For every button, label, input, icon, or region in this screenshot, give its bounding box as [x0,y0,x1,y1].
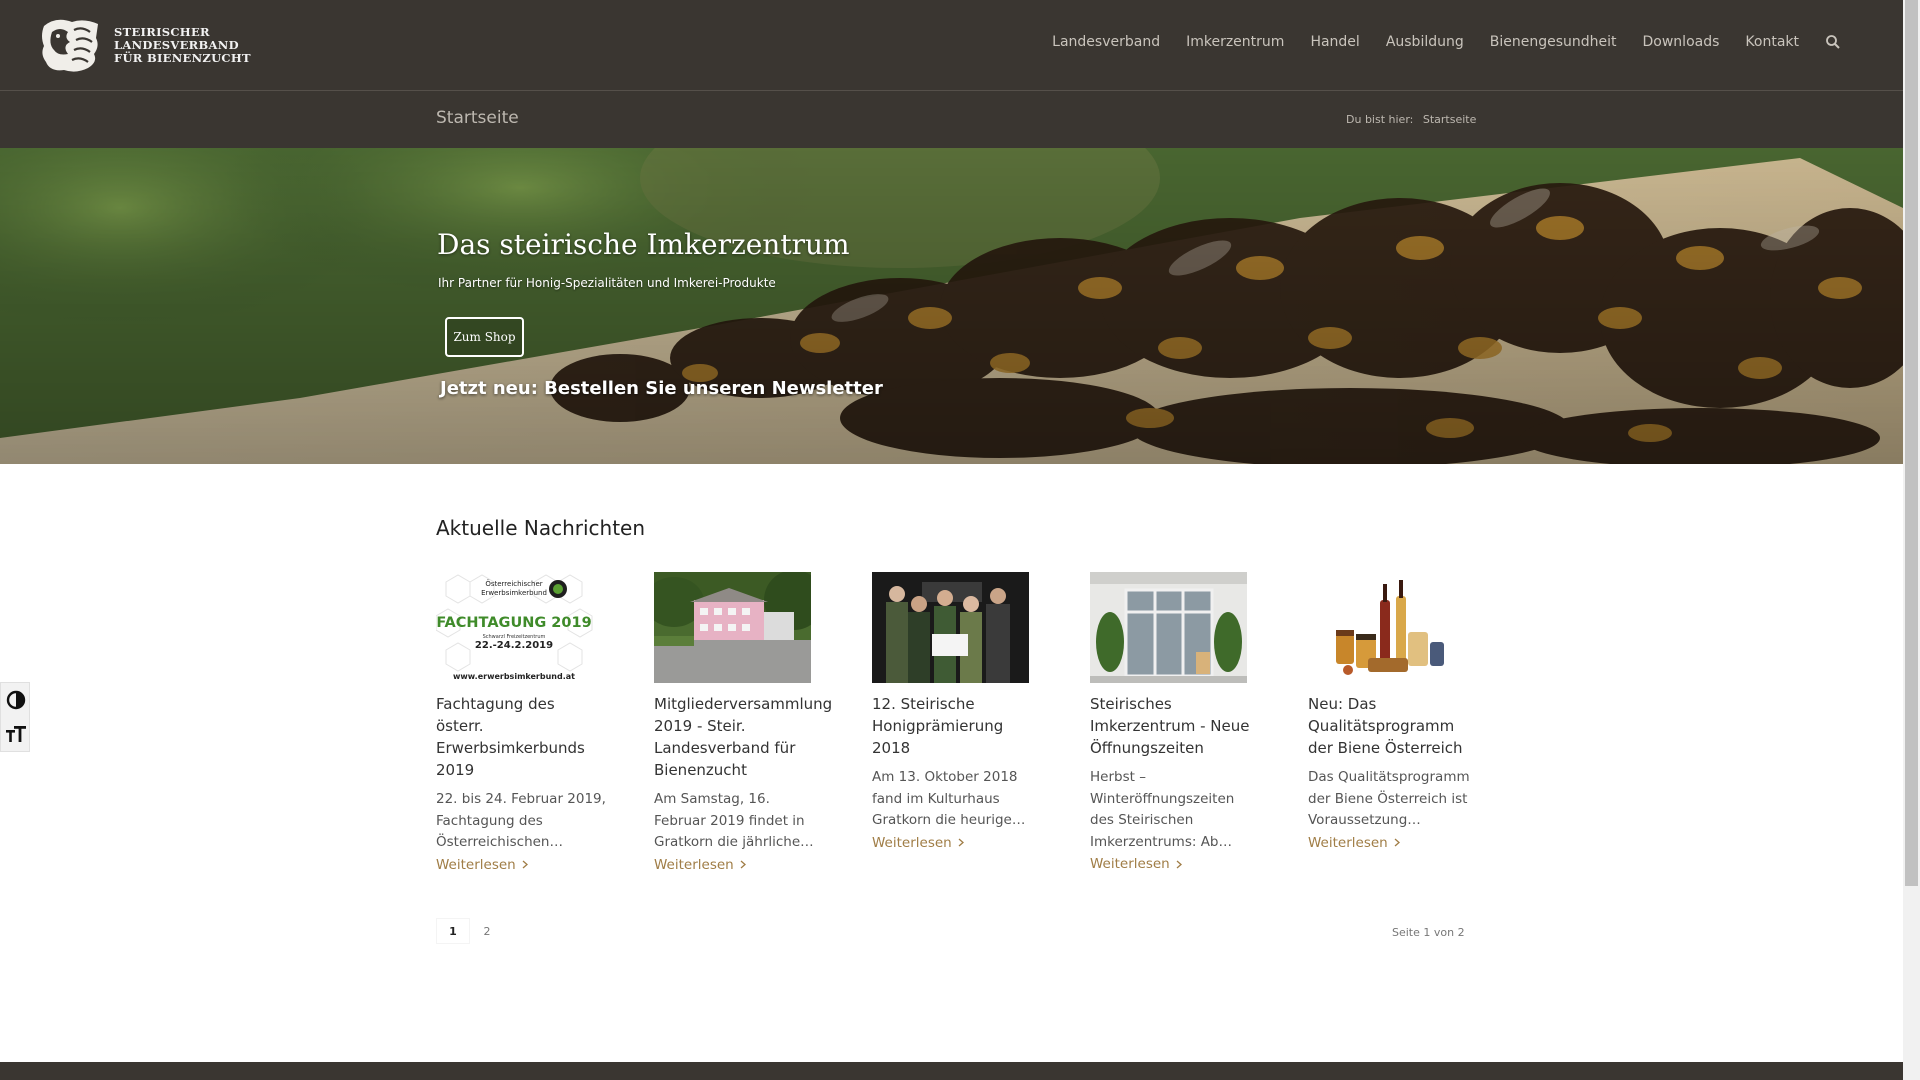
read-more-label: Weiterlesen [1090,856,1170,872]
news-item: Neu: Das Qualitätsprogramm der Biene Öst… [1308,572,1478,876]
bees-background-image [0,148,1903,464]
page-scrollbar[interactable] [1903,0,1920,1080]
shop-button[interactable]: Zum Shop [445,317,524,357]
page-title: Startseite [436,108,519,128]
brand-line-2: LANDESVERBAND [114,37,239,52]
hero-banner: Das steirische Imkerzentrum Ihr Partner … [0,148,1903,464]
page-count: Seite 1 von 2 [1392,926,1465,939]
brand-line-3: FÜR BIENENZUCHT [114,50,251,65]
news-thumbnail-products[interactable] [1308,572,1465,683]
breadcrumb-prefix: Du bist hier: [1346,113,1414,126]
news-list: Österreichischer Erwerbsimkerbund FACHTA… [436,572,1526,876]
title-bar: Startseite Du bist hier: Startseite [0,90,1903,148]
news-title[interactable]: Fachtagung des österr. Erwerbsimkerbunds… [436,693,606,781]
read-more-label: Weiterlesen [872,834,952,851]
read-more-link[interactable]: Weiterlesen [1308,832,1400,854]
brand-line-1: STEIRISCHER [114,24,210,39]
nav-item-downloads[interactable]: Downloads [1643,34,1720,50]
nav-item-kontakt[interactable]: Kontakt [1745,34,1799,50]
read-more-label: Weiterlesen [436,856,516,873]
news-thumbnail-fachtagung[interactable]: Österreichischer Erwerbsimkerbund FACHTA… [436,572,593,683]
nav-item-landesverband[interactable]: Landesverband [1052,34,1160,50]
page-2-button[interactable]: 2 [470,918,504,944]
hero-subtitle: Ihr Partner für Honig-Spezialitäten und … [438,276,776,290]
nav-item-ausbildung[interactable]: Ausbildung [1386,34,1464,50]
thumb-text-dates: 22.-24.2.2019 [475,640,553,651]
read-more-label: Weiterlesen [1308,834,1388,851]
breadcrumb-current[interactable]: Startseite [1423,113,1477,126]
site-header: STEIRISCHER LANDESVERBAND FÜR BIENENZUCH… [0,0,1903,90]
search-icon[interactable] [1825,34,1841,50]
chevron-right-icon [522,860,528,869]
news-excerpt: Das Qualitätsprogramm der Biene Österrei… [1308,769,1470,828]
news-heading: Aktuelle Nachrichten [436,516,646,540]
read-more-link[interactable]: Weiterlesen [872,832,964,854]
news-title[interactable]: Mitgliederversammlung 2019 - Steir. Land… [654,693,832,781]
pagination: 1 2 [436,918,504,944]
text-size-icon [6,726,26,742]
brand-wordmark: STEIRISCHER LANDESVERBAND FÜR BIENENZUCH… [114,24,251,65]
news-item: Steirisches Imkerzentrum - Neue Öffnungs… [1090,572,1260,876]
chevron-right-icon [1176,860,1182,868]
site-logo[interactable]: STEIRISCHER LANDESVERBAND FÜR BIENENZUCH… [38,16,251,74]
font-size-button[interactable] [1,717,31,751]
news-title[interactable]: 12. Steirische Honigprämierung 2018 [872,693,1042,759]
coat-of-arms-icon [42,19,98,72]
hero-title: Das steirische Imkerzentrum [437,228,850,261]
nav-item-bienengesundheit[interactable]: Bienengesundheit [1490,34,1617,50]
chevron-right-icon [1394,838,1400,847]
news-item: 12. Steirische Honigprämierung 2018 Am 1… [872,572,1042,876]
news-item: Mitgliederversammlung 2019 - Steir. Land… [654,572,832,876]
accessibility-toolbar [0,682,30,752]
contrast-icon [6,690,26,710]
breadcrumb: Du bist hier: Startseite [1346,113,1482,126]
read-more-link[interactable]: Weiterlesen [1090,853,1182,875]
news-excerpt: Herbst – Winteröffnungszeiten des Steiri… [1090,769,1235,850]
nav-item-imkerzentrum[interactable]: Imkerzentrum [1186,34,1284,50]
news-thumbnail-award[interactable] [872,572,1029,683]
news-item: Österreichischer Erwerbsimkerbund FACHTA… [436,572,606,876]
thumb-text-title: FACHTAGUNG 2019 [436,615,591,631]
news-excerpt: Am Samstag, 16. Februar 2019 findet in G… [654,791,814,850]
nav-item-handel[interactable]: Handel [1310,34,1359,50]
news-excerpt: Am 13. Oktober 2018 fand im Kulturhaus G… [872,769,1026,828]
news-title[interactable]: Steirisches Imkerzentrum - Neue Öffnungs… [1090,693,1260,759]
page-1-button[interactable]: 1 [436,918,470,944]
news-thumbnail-entrance[interactable] [1090,572,1247,683]
contrast-toggle-button[interactable] [1,683,31,717]
news-excerpt: 22. bis 24. Februar 2019, Fachtagung des… [436,791,606,850]
scrollbar-thumb[interactable] [1905,0,1918,886]
thumb-text-line1: Österreichischer [485,579,542,588]
news-title[interactable]: Neu: Das Qualitätsprogramm der Biene Öst… [1308,693,1478,759]
chevron-right-icon [958,838,964,847]
main-navigation: Landesverband Imkerzentrum Handel Ausbil… [1026,34,1841,50]
read-more-label: Weiterlesen [654,856,734,873]
news-thumbnail-building[interactable] [654,572,811,683]
newsletter-link[interactable]: Jetzt neu: Bestellen Sie unseren Newslet… [440,378,883,399]
chevron-right-icon [740,860,746,869]
site-footer [0,1062,1903,1080]
read-more-link[interactable]: Weiterlesen [654,854,746,876]
thumb-text-url: www.erwerbsimkerbund.at [453,672,575,681]
read-more-link[interactable]: Weiterlesen [436,854,528,876]
thumb-text-line2: Erwerbsimkerbund [481,589,547,597]
